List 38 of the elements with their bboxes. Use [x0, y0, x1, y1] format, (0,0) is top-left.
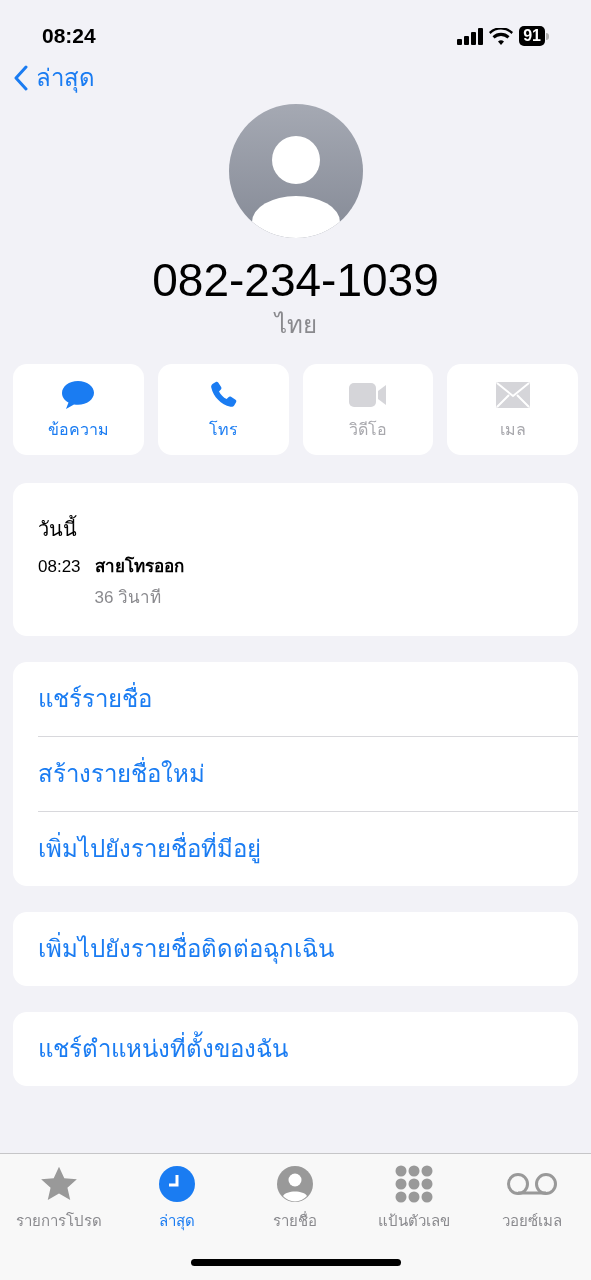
recent-heading: วันนี้ — [38, 513, 553, 545]
country-label: ไทย — [274, 310, 317, 340]
keypad-icon — [394, 1165, 433, 1203]
call-time: 08:23 — [38, 556, 81, 578]
signal-icon — [457, 27, 484, 45]
back-button[interactable]: ล่าสุด — [14, 60, 95, 96]
option-link[interactable]: แชร์ตำแหน่งที่ตั้งของฉัน — [38, 1012, 578, 1086]
person-circle-icon — [276, 1165, 315, 1203]
chevron-left-icon — [14, 65, 28, 91]
option-link[interactable]: เพิ่มไปยังรายชื่อที่มีอยู่ — [38, 812, 578, 886]
status-time: 08:24 — [42, 23, 96, 50]
clock-icon — [158, 1165, 197, 1203]
option-link[interactable]: แชร์รายชื่อ — [38, 662, 578, 736]
action-button[interactable]: โทร — [157, 364, 289, 455]
call-type: สายโทรออก — [94, 555, 184, 578]
phone-number: 082-234-1039 — [152, 253, 439, 308]
call-duration: 36 วินาที — [94, 587, 163, 609]
tab-item[interactable]: รายการโปรด — [0, 1164, 119, 1233]
battery-level: 91 — [519, 26, 545, 46]
action-label: เมล — [499, 419, 526, 440]
action-label: ข้อความ — [47, 419, 109, 440]
video-camera-icon — [347, 381, 388, 408]
action-button[interactable]: ข้อความ — [13, 364, 144, 455]
voicemail-icon — [504, 1171, 559, 1197]
option-link[interactable]: สร้างรายชื่อใหม่ — [38, 737, 578, 811]
option-link[interactable]: เพิ่มไปยังรายชื่อติดต่อฉุกเฉิน — [38, 912, 578, 986]
tab-item[interactable]: วอยซ์เมล — [472, 1164, 591, 1233]
wifi-icon — [489, 27, 514, 45]
tab-item[interactable]: รายชื่อ — [236, 1164, 355, 1233]
action-label: วิดีโอ — [348, 419, 387, 440]
envelope-icon — [494, 380, 531, 409]
battery-cap-icon — [546, 32, 549, 40]
avatar-icon — [228, 104, 363, 238]
tab-item[interactable]: แป้นตัวเลข — [354, 1164, 473, 1233]
star-icon — [39, 1165, 80, 1203]
action-label: โทร — [208, 419, 238, 440]
speech-bubble-icon — [60, 378, 97, 411]
tab-item[interactable]: ล่าสุด — [118, 1164, 237, 1233]
